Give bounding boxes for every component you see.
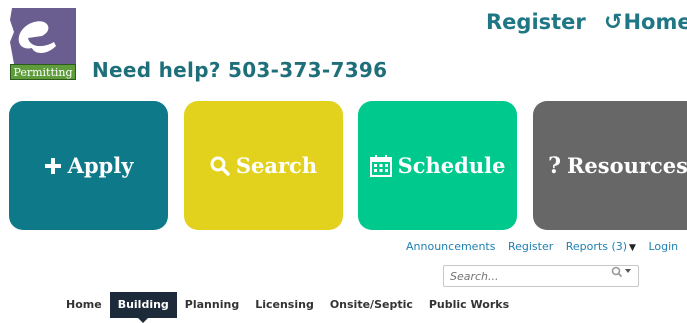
calendar-icon	[369, 154, 392, 177]
question-icon: ?	[548, 152, 561, 179]
nav-item-building[interactable]: Building	[109, 292, 177, 323]
plus-icon	[44, 157, 62, 175]
search-tile[interactable]: Search	[184, 101, 343, 230]
schedule-label: Schedule	[397, 153, 506, 178]
nav-item-onsite-septic[interactable]: Onsite/Septic	[322, 292, 421, 318]
schedule-tile[interactable]: Schedule	[358, 101, 517, 230]
home-link[interactable]: ↺Home	[604, 10, 687, 35]
login-link[interactable]: Login	[648, 240, 678, 253]
home-refresh-icon: ↺	[604, 10, 623, 35]
search-input[interactable]	[443, 265, 639, 287]
help-phone-text: Need help? 503-373-7396	[92, 58, 388, 82]
resources-tile[interactable]: ? Resources	[533, 101, 687, 230]
logo-badge: Permitting	[10, 64, 76, 80]
logo-mark	[10, 8, 76, 64]
home-link-label: Home	[623, 10, 687, 34]
main-nav: Home Building Planning Licensing Onsite/…	[58, 292, 517, 323]
nav-item-planning[interactable]: Planning	[177, 292, 247, 318]
apply-tile[interactable]: Apply	[9, 101, 168, 230]
announcements-link[interactable]: Announcements	[406, 240, 495, 253]
reports-link[interactable]: Reports (3) ▼	[566, 240, 636, 253]
reports-label: Reports (3)	[565, 240, 628, 253]
apply-label: Apply	[67, 153, 134, 178]
search-icon	[210, 156, 230, 176]
resources-label: Resources	[566, 153, 687, 178]
nav-item-licensing[interactable]: Licensing	[247, 292, 322, 318]
nav-item-public-works[interactable]: Public Works	[421, 292, 517, 318]
caret-down-icon: ▼	[629, 243, 636, 253]
search-dropdown-icon[interactable]	[611, 266, 633, 281]
utility-links: Announcements Register Reports (3) ▼ Logi…	[406, 240, 687, 253]
search-label: Search	[235, 153, 318, 178]
register-util-link[interactable]: Register	[508, 240, 553, 253]
nav-item-home[interactable]: Home	[58, 292, 110, 318]
register-link[interactable]: Register	[486, 10, 586, 34]
epermitting-logo: Permitting	[8, 8, 78, 80]
